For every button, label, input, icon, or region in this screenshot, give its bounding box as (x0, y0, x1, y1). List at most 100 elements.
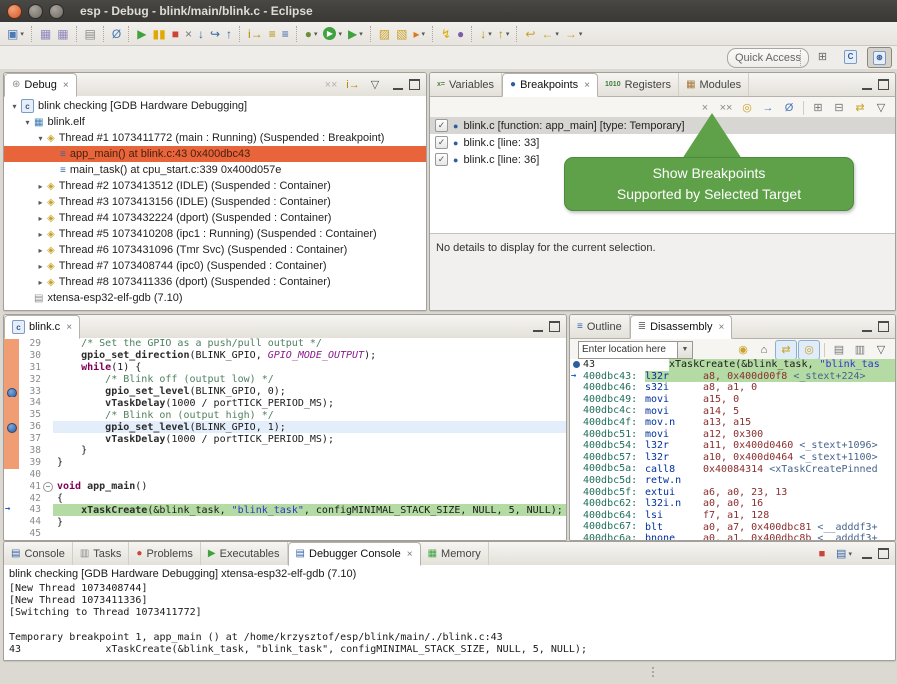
editor-annotation-column[interactable] (4, 409, 19, 421)
disconnect-button[interactable]: × (182, 24, 195, 44)
debug-button[interactable]: ●▾ (302, 24, 321, 44)
close-tab-icon[interactable]: × (63, 80, 69, 91)
editor-annotation-column[interactable] (4, 362, 19, 374)
instruction-stepping-button[interactable]: i→ (343, 76, 363, 94)
maximize-view-icon[interactable] (878, 321, 889, 332)
minimize-view-icon[interactable] (533, 321, 543, 332)
step-over-button[interactable]: ↪ (207, 24, 223, 44)
disassembly-listing[interactable]: 43xTaskCreate(&blink_task, "blink_tas→40… (570, 359, 895, 540)
tree-twisty-icon[interactable]: ▸ (34, 230, 47, 239)
last-edit-location-button[interactable]: ↩ (522, 24, 538, 44)
editor-annotation-column[interactable] (4, 433, 19, 445)
editor-annotation-column[interactable] (4, 493, 19, 505)
new-wizard-dropdown-icon[interactable]: ▾ (20, 30, 24, 38)
editor-annotation-column[interactable]: → (4, 504, 19, 516)
profile-button[interactable]: ● (454, 24, 467, 44)
disassembly-row[interactable]: 400dbc4c:movia14, 5 (570, 405, 895, 417)
go-to-file-for-breakpoint-button[interactable]: → (758, 99, 778, 117)
maximize-view-icon[interactable] (878, 79, 889, 90)
disassembly-row[interactable]: 400dbc5a:call80x40084314 <xTaskCreatePin… (570, 463, 895, 475)
debug-tree-item[interactable]: ▾▦blink.elf (4, 114, 426, 130)
locate-pc-button[interactable]: ◉ (733, 341, 753, 359)
console-output[interactable]: blink checking [GDB Hardware Debugging] … (4, 565, 895, 660)
track-expression-button[interactable]: ◎ (798, 340, 820, 360)
disassembly-row[interactable]: 400dbc5f:extuia6, a0, 23, 13 (570, 487, 895, 499)
new-c-project-button[interactable]: ▨ (376, 24, 393, 44)
tab-variables[interactable]: x=Variables (430, 73, 502, 96)
forward-dropdown-icon[interactable]: ▾ (579, 30, 583, 38)
editor-annotation-column[interactable] (4, 445, 19, 457)
close-tab-icon[interactable]: × (407, 549, 413, 560)
breakpoint-item[interactable]: ✓●blink.c [function: app_main] [type: Te… (430, 117, 895, 134)
disassembly-row[interactable]: 43xTaskCreate(&blink_task, "blink_tas (570, 359, 895, 371)
skip-all-breakpoints-button[interactable]: Ø (109, 24, 124, 44)
suspend-button[interactable]: ▮▮ (149, 24, 168, 44)
open-perspective-button[interactable]: ⊞ (811, 47, 834, 66)
flash-download-dropdown-icon[interactable]: ▾ (421, 30, 425, 38)
debug-tree-item[interactable]: ▤xtensa-esp32-elf-gdb (7.10) (4, 290, 426, 306)
collapse-all-button[interactable]: ⊟ (829, 99, 849, 117)
disassembly-row[interactable]: 400dbc64:lsif7, a1, 128 (570, 510, 895, 522)
debug-tree-item[interactable]: ▸◈Thread #5 1073410208 (ipc1 : Running) … (4, 226, 426, 242)
debug-tree-item[interactable]: ▾◈Thread #1 1073411772 (main : Running) … (4, 130, 426, 146)
debug-tree-item[interactable]: ▾cblink checking [GDB Hardware Debugging… (4, 98, 426, 114)
tree-twisty-icon[interactable]: ▸ (34, 214, 47, 223)
tab-executables[interactable]: ▶Executables (201, 542, 288, 565)
debug-dropdown-icon[interactable]: ▾ (314, 30, 318, 38)
display-selected-console-dropdown-icon[interactable]: ▾ (848, 550, 852, 558)
run-button[interactable]: ▶▾ (320, 24, 345, 44)
maximize-view-icon[interactable] (878, 548, 889, 559)
location-dropdown-icon[interactable]: ▼ (678, 341, 693, 359)
debug-tree-item[interactable]: ▸◈Thread #4 1073432224 (dport) (Suspende… (4, 210, 426, 226)
minimize-view-icon[interactable] (862, 321, 872, 332)
copy-to-clipboard-button[interactable]: ▥ (850, 341, 870, 359)
breakpoint-marker[interactable] (7, 388, 17, 398)
tab-tasks[interactable]: ▥Tasks (73, 542, 130, 565)
open-project-button[interactable]: ▧ (393, 24, 410, 44)
view-menu-button[interactable]: ▽ (871, 341, 891, 359)
breakpoint-checkbox[interactable]: ✓ (435, 136, 448, 149)
editor-annotation-column[interactable] (4, 350, 19, 362)
minimize-view-icon[interactable] (862, 548, 872, 559)
editor-annotation-column[interactable] (4, 386, 19, 398)
terminate-button[interactable]: ■ (169, 24, 182, 44)
show-view-threads-button[interactable]: ≡ (266, 24, 279, 44)
view-menu-button[interactable]: ▽ (871, 99, 891, 117)
drop-to-frame-button[interactable]: ≡ (279, 24, 292, 44)
open-new-view-button[interactable]: ▤ (829, 341, 849, 359)
previous-annotation-button[interactable]: ↑▾ (495, 24, 513, 44)
debug-tree-item[interactable]: ≡main_task() at cpu_start.c:339 0x400d05… (4, 162, 426, 178)
terminate-console-button[interactable]: ■ (812, 545, 832, 563)
disassembly-row[interactable]: 400dbc67:blta0, a7, 0x400dbc81 <__adddf3… (570, 521, 895, 533)
build-button[interactable]: ▤ (82, 24, 99, 44)
disassembly-row[interactable]: 400dbc4f:mov.na13, a15 (570, 417, 895, 429)
step-into-button[interactable]: ↓ (195, 24, 207, 44)
debug-tree-item[interactable]: ▸◈Thread #7 1073408744 (ipc0) (Suspended… (4, 258, 426, 274)
tab-modules[interactable]: ▦Modules (679, 73, 749, 96)
tab-console[interactable]: ▤Console (4, 542, 73, 565)
next-annotation-dropdown-icon[interactable]: ▾ (488, 30, 492, 38)
tab-outline[interactable]: ≡Outline (570, 315, 630, 338)
location-input[interactable]: Enter location here (578, 341, 678, 359)
sync-with-active-debug-context-button[interactable]: ⇄ (775, 340, 797, 360)
fold-collapse-icon[interactable]: − (43, 482, 53, 492)
debug-tree-item[interactable]: ▸◈Thread #3 1073413156 (IDLE) (Suspended… (4, 194, 426, 210)
disassembly-row[interactable]: 400dbc54:l32ra11, 0x400d0460 <_stext+109… (570, 440, 895, 452)
tab-breakpoints[interactable]: ●Breakpoints× (502, 73, 598, 97)
new-wizard-button[interactable]: ▣▾ (4, 24, 27, 44)
disassembly-row[interactable]: 400dbc51:movia12, 0x300 (570, 429, 895, 441)
tree-twisty-icon[interactable]: ▾ (21, 118, 34, 127)
run-dropdown-icon[interactable]: ▾ (338, 30, 342, 38)
debug-tree-item[interactable]: ▸◈Thread #2 1073413512 (IDLE) (Suspended… (4, 178, 426, 194)
remove-all-terminated-button[interactable]: ×× (321, 76, 341, 94)
tree-twisty-icon[interactable]: ▸ (34, 182, 47, 191)
tree-twisty-icon[interactable]: ▸ (34, 278, 47, 287)
maximize-view-icon[interactable] (549, 321, 560, 332)
home-button[interactable]: ⌂ (754, 341, 774, 359)
close-tab-icon[interactable]: × (718, 322, 724, 333)
expand-all-button[interactable]: ⊞ (808, 99, 828, 117)
previous-annotation-dropdown-icon[interactable]: ▾ (506, 30, 510, 38)
breakpoint-checkbox[interactable]: ✓ (435, 153, 448, 166)
tab-debugger-console[interactable]: ▤Debugger Console× (288, 542, 421, 566)
maximize-view-icon[interactable] (409, 79, 420, 90)
